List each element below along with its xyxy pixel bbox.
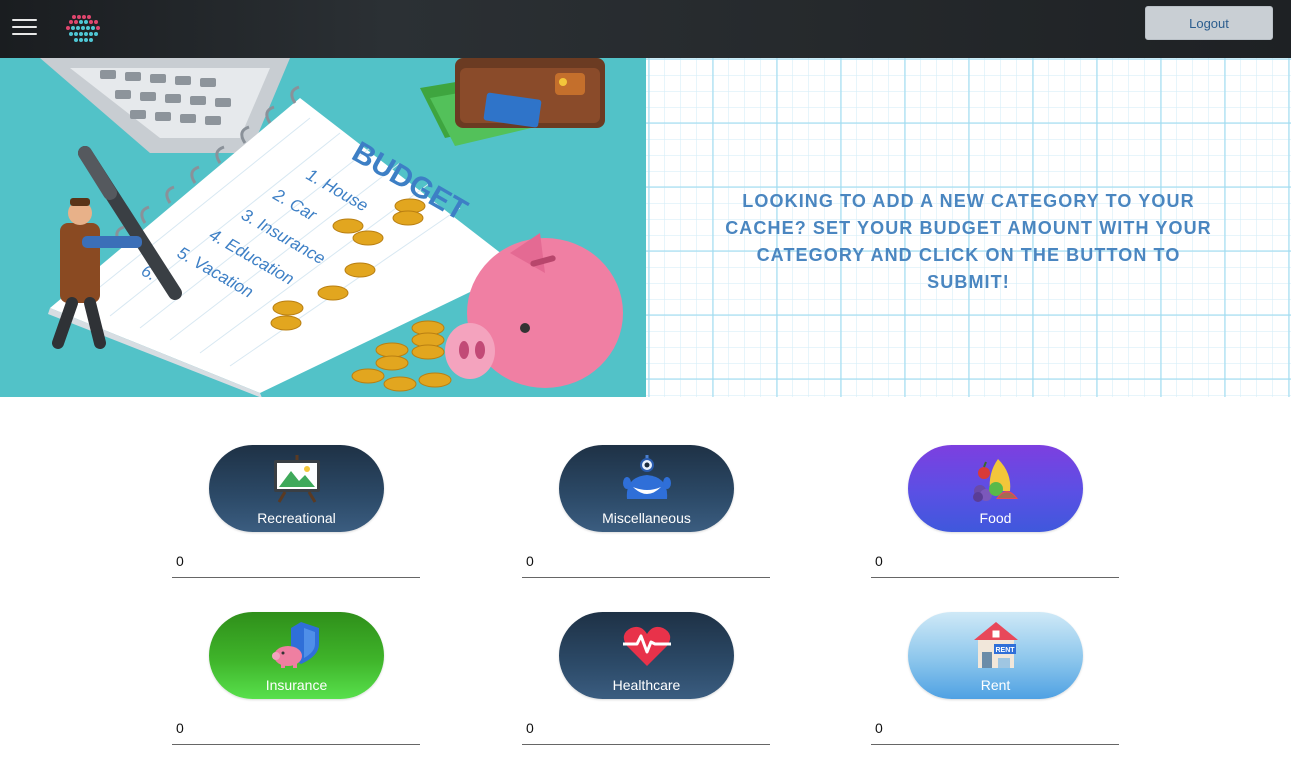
fruit-icon [973, 459, 1018, 502]
food-amount-input[interactable] [871, 545, 1119, 578]
insurance-amount-input[interactable] [172, 712, 420, 745]
app-logo[interactable] [62, 12, 104, 44]
miscellaneous-label: Miscellaneous [602, 510, 691, 526]
recreational-amount-input[interactable] [172, 545, 420, 578]
wallet-graphic [420, 58, 605, 146]
category-card-rent: RENT Rent [871, 612, 1119, 752]
alien-icon [623, 455, 671, 499]
easel-icon [274, 455, 320, 503]
category-card-healthcare: Healthcare [522, 612, 770, 752]
miscellaneous-amount-input[interactable] [522, 545, 770, 578]
miscellaneous-button[interactable]: Miscellaneous [559, 445, 734, 532]
heartbeat-icon [623, 626, 671, 666]
svg-text:RENT: RENT [995, 647, 1015, 654]
hero-message-panel: LOOKING TO ADD A NEW CATEGORY TO YOUR CA… [646, 58, 1291, 397]
category-card-insurance: Insurance [172, 612, 420, 752]
piggy-shield-icon [272, 622, 319, 668]
rent-amount-input[interactable] [871, 712, 1119, 745]
healthcare-label: Healthcare [612, 677, 681, 693]
rent-label: Rent [980, 677, 1011, 693]
category-card-miscellaneous: Miscellaneous [522, 445, 770, 585]
food-label: Food [979, 510, 1012, 526]
recreational-label: Recreational [257, 510, 336, 526]
insurance-label: Insurance [265, 677, 328, 693]
category-card-recreational: Recreational [172, 445, 420, 585]
rent-house-icon: RENT [974, 622, 1018, 668]
top-navbar: Logout [0, 0, 1291, 58]
logout-button[interactable]: Logout [1145, 6, 1273, 40]
category-card-food: Food [871, 445, 1119, 585]
healthcare-amount-input[interactable] [522, 712, 770, 745]
hamburger-menu-icon[interactable] [12, 19, 37, 39]
food-button[interactable]: Food [908, 445, 1083, 532]
rent-button[interactable]: RENT Rent [908, 612, 1083, 699]
budget-illustration-graphic: BUDGET 1. House 2. Car 3. Insurance 4. E… [40, 58, 623, 397]
hero-message: LOOKING TO ADD A NEW CATEGORY TO YOUR CA… [725, 191, 1212, 292]
insurance-button[interactable]: Insurance [209, 612, 384, 699]
budget-illustration: BUDGET 1. House 2. Car 3. Insurance 4. E… [0, 58, 646, 397]
healthcare-button[interactable]: Healthcare [559, 612, 734, 699]
recreational-button[interactable]: Recreational [209, 445, 384, 532]
